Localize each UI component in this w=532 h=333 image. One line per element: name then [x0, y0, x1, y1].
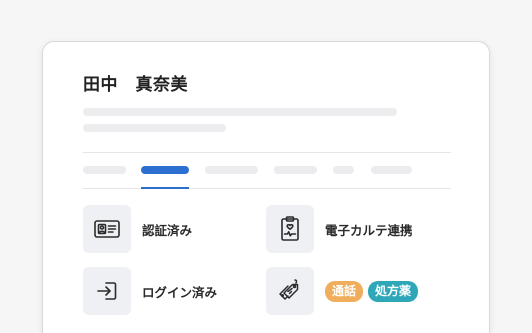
tags-icon	[266, 267, 314, 315]
tab-active[interactable]	[141, 166, 189, 174]
feature-logged-in: ログイン済み	[83, 267, 217, 315]
tab-placeholder[interactable]	[83, 166, 126, 174]
feature-label: 認証済み	[142, 222, 193, 238]
patient-name: 田中 真奈美	[83, 75, 188, 95]
feature-tags: 通話 処方薬	[266, 267, 419, 315]
feature-verified: 認証済み	[83, 205, 192, 253]
placeholder-line	[83, 108, 397, 116]
placeholder-line	[83, 124, 226, 132]
feature-emr-integration: 電子カルテ連携	[266, 205, 413, 253]
tab-placeholder[interactable]	[274, 166, 317, 174]
id-card-icon	[83, 205, 131, 253]
login-icon	[83, 267, 131, 315]
feature-label: 電子カルテ連携	[325, 222, 413, 238]
tab-placeholder[interactable]	[205, 166, 258, 174]
tab-placeholder[interactable]	[371, 166, 412, 174]
feature-label: ログイン済み	[142, 284, 218, 300]
medical-clipboard-icon	[266, 205, 314, 253]
patient-card: 田中 真奈美 認証済み 電子カルテ連携 ログイン済み 通話 処方薬	[42, 41, 490, 333]
active-tab-indicator	[141, 187, 189, 189]
tab-placeholder[interactable]	[333, 166, 354, 174]
prescription-badge[interactable]: 処方薬	[368, 280, 419, 302]
call-badge[interactable]: 通話	[325, 280, 364, 302]
tag-badges: 通話 処方薬	[325, 280, 419, 302]
tab-bar	[83, 152, 451, 189]
